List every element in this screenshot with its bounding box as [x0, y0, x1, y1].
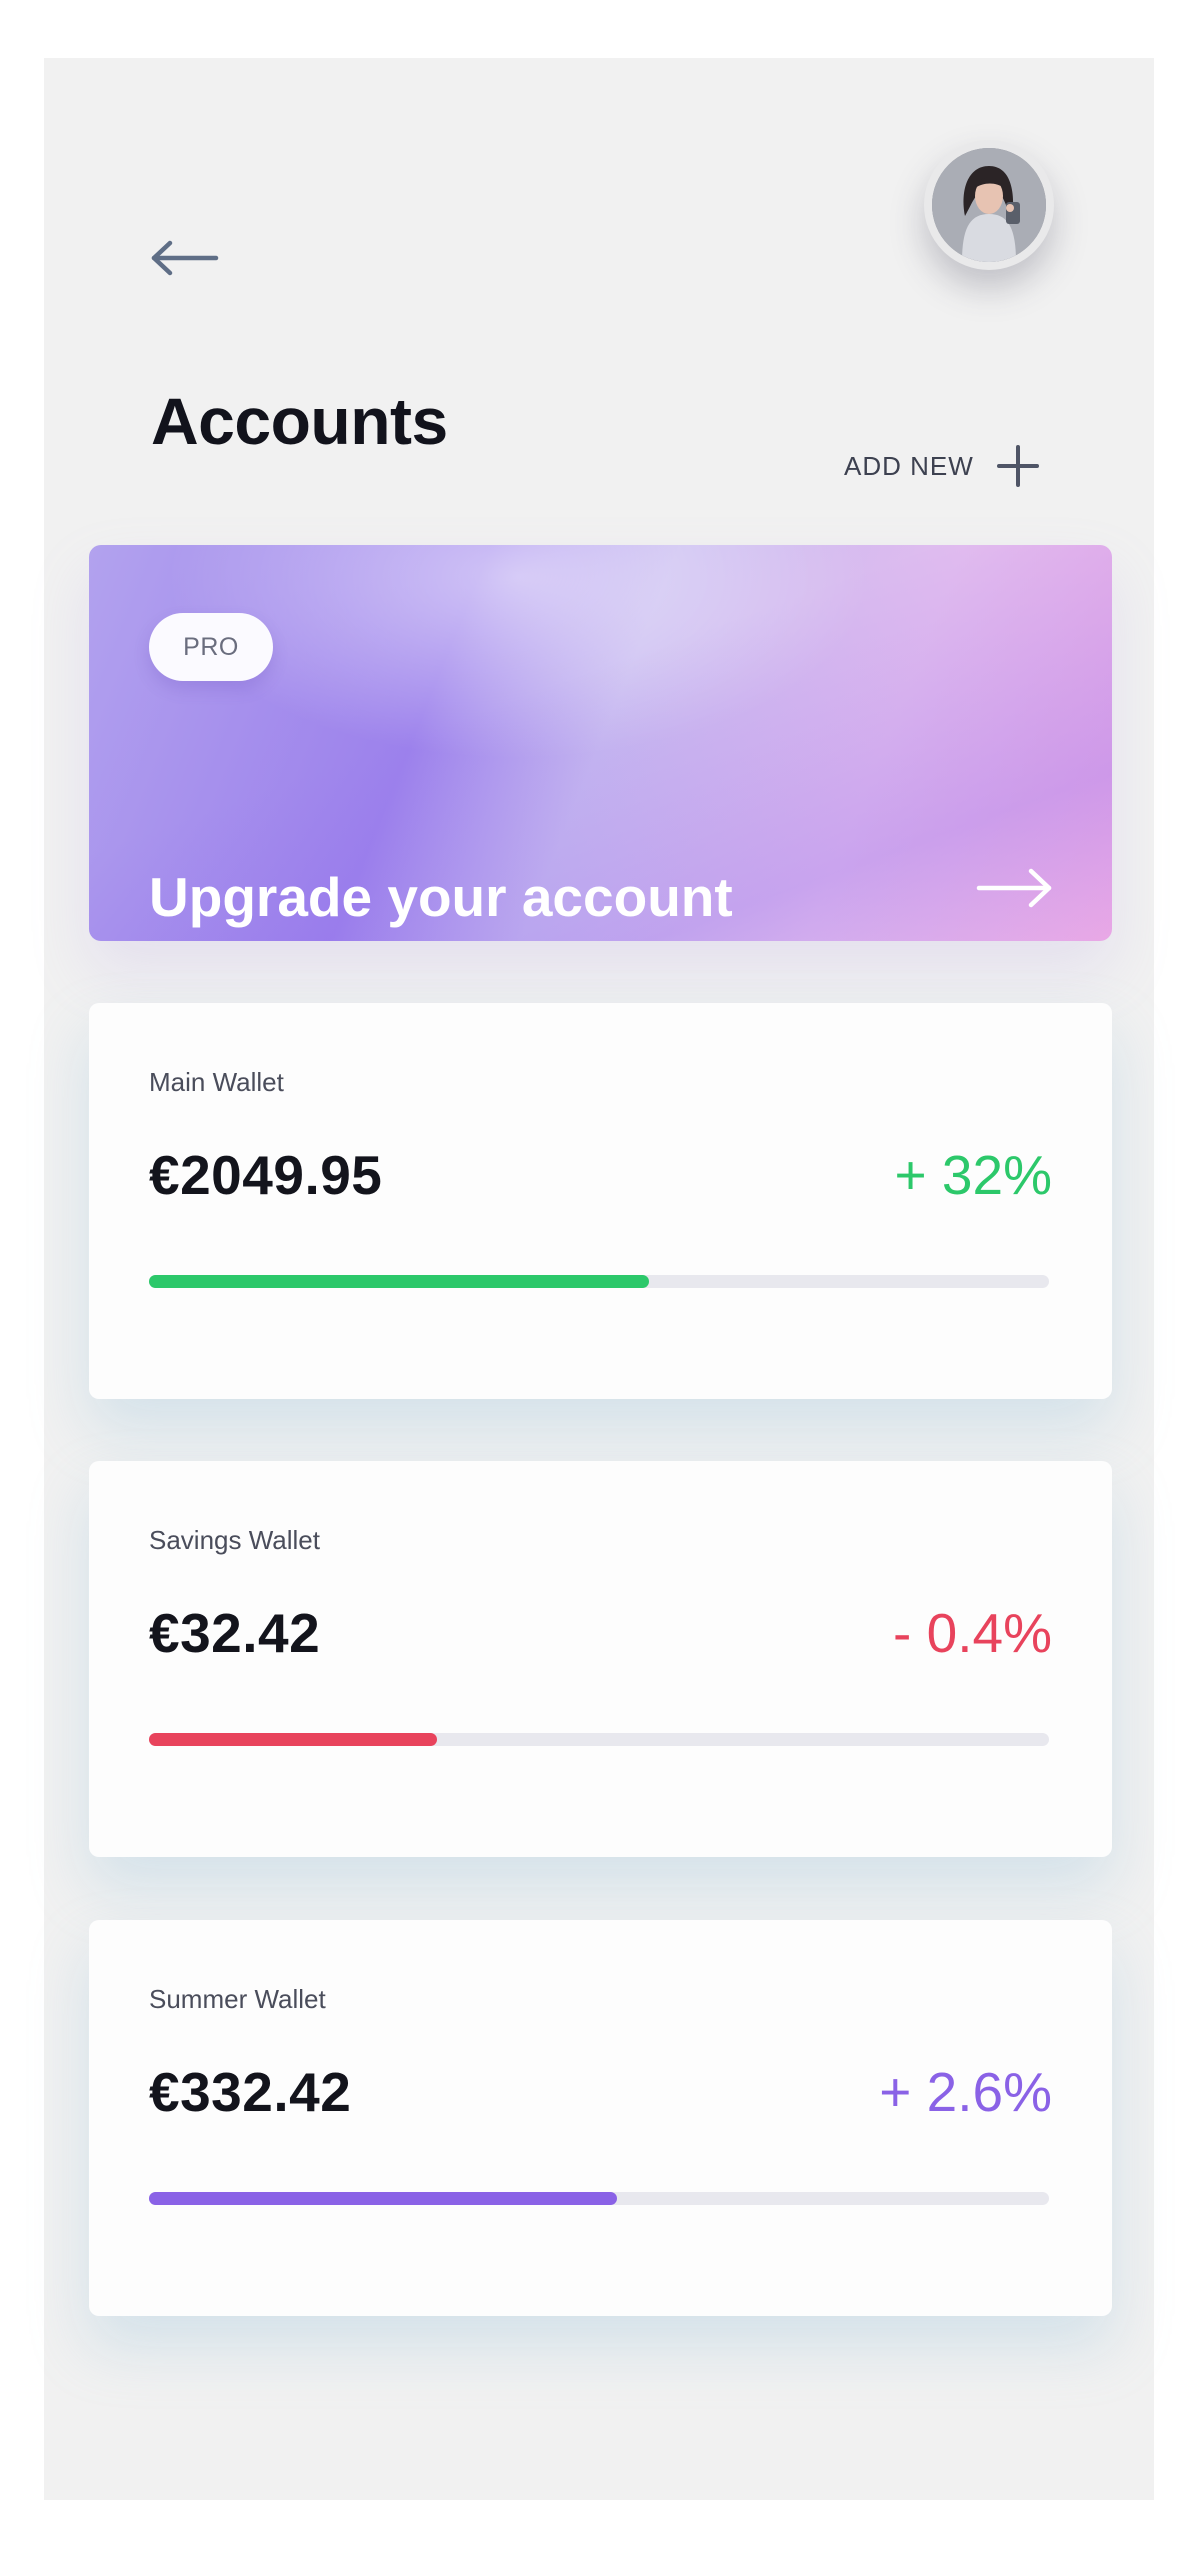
wallet-card-savings[interactable]: Savings Wallet €32.42 - 0.4%: [89, 1461, 1112, 1857]
progress-fill: [149, 1275, 650, 1288]
wallet-amount: €2049.95: [149, 1144, 383, 1206]
arrow-right-icon: [976, 868, 1052, 908]
progress-track: [149, 1275, 1049, 1288]
page-title: Accounts: [151, 384, 448, 458]
wallet-card-main[interactable]: Main Wallet €2049.95 + 32%: [89, 1003, 1112, 1399]
wallet-amount: €32.42: [149, 1602, 321, 1664]
arrow-left-icon: [151, 240, 219, 276]
wallet-name: Summer Wallet: [149, 1984, 326, 2014]
add-new-button[interactable]: ADD NEW: [844, 436, 1040, 496]
app-screen: Accounts ADD NEW PRO Upgrade your accoun…: [44, 58, 1154, 2500]
user-photo: [932, 148, 1046, 262]
wallet-change: + 2.6%: [879, 2061, 1052, 2123]
wallet-card-summer[interactable]: Summer Wallet €332.42 + 2.6%: [89, 1920, 1112, 2316]
progress-track: [149, 2192, 1049, 2205]
wallet-change: + 32%: [894, 1144, 1052, 1206]
plus-icon: [996, 445, 1039, 487]
avatar[interactable]: [924, 140, 1054, 270]
progress-fill: [149, 1733, 437, 1746]
wallet-amount: €332.42: [149, 2061, 352, 2123]
pro-badge: PRO: [149, 613, 273, 681]
back-button[interactable]: [144, 218, 224, 298]
upgrade-card[interactable]: PRO Upgrade your account: [89, 545, 1112, 941]
progress-track: [149, 1733, 1049, 1746]
wallet-name: Main Wallet: [149, 1067, 284, 1097]
wallet-name: Savings Wallet: [149, 1525, 320, 1555]
add-new-label: ADD NEW: [844, 450, 974, 481]
progress-fill: [149, 2192, 617, 2205]
wallet-change: - 0.4%: [893, 1602, 1052, 1664]
upgrade-text: Upgrade your account: [149, 866, 733, 928]
